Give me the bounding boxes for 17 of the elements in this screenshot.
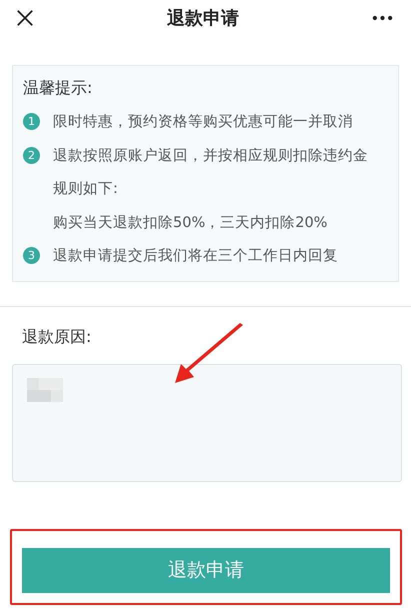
notice-text: 购买当天退款扣除50%，三天内扣除20%	[53, 214, 328, 232]
more-icon[interactable]	[372, 15, 393, 21]
notice-text: 规则如下:	[53, 180, 118, 198]
annotation-arrow	[175, 323, 245, 385]
notice-heading: 温馨提示:	[23, 78, 94, 99]
page-title: 退款申请	[167, 7, 239, 30]
notice-text: 退款按照原账户返回，并按相应规则扣除违约金	[53, 146, 368, 165]
reason-label: 退款原因:	[22, 326, 92, 348]
notice-text: 退款申请提交后我们将在三个工作日内回复	[53, 246, 338, 266]
step-number: 1	[23, 113, 40, 130]
notice-text: 限时特惠，预约资格等购买优惠可能一并取消	[53, 113, 353, 132]
blurred-text-drawing	[27, 378, 63, 402]
close-icon[interactable]	[16, 9, 34, 27]
step-number: 3	[23, 247, 40, 264]
submit-button[interactable]: 退款申请	[22, 548, 390, 592]
step-number: 2	[23, 146, 40, 164]
reason-field[interactable]	[12, 364, 402, 482]
